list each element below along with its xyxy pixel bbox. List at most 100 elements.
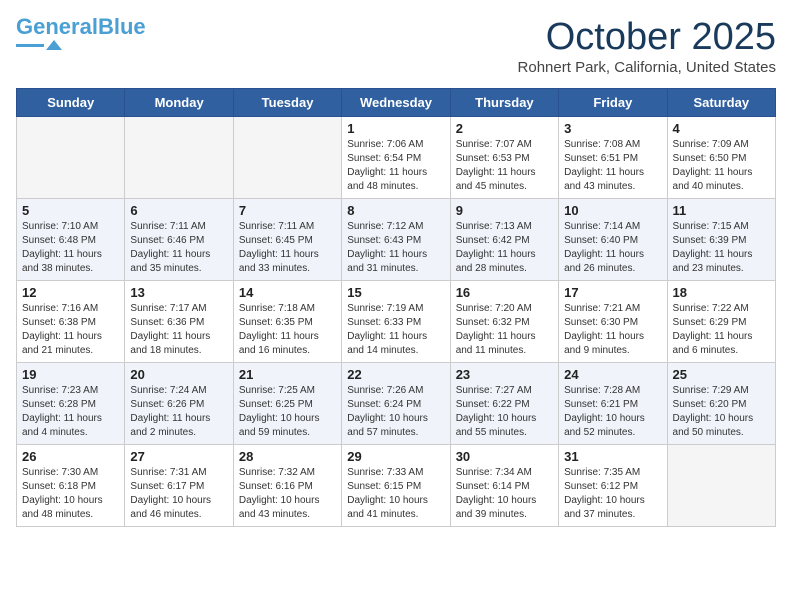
calendar-cell: 7Sunrise: 7:11 AMSunset: 6:45 PMDaylight…: [233, 199, 341, 281]
calendar-cell: 20 Sunrise: 7:24 AMSunset: 6:26 PMDayligh…: [125, 363, 233, 445]
day-number: 15: [347, 285, 444, 300]
logo-blue: Blue: [98, 14, 146, 39]
calendar-cell: 5 Sunrise: 7:10 AMSunset: 6:48 PMDaylight…: [17, 199, 125, 281]
calendar-cell: 3 Sunrise: 7:08 AMSunset: 6:51 PMDaylight…: [559, 117, 667, 199]
day-number: 27: [130, 449, 227, 464]
title-block: October 2025 Rohnert Park, California, U…: [518, 16, 776, 76]
weekday-header-friday: Friday: [559, 89, 667, 117]
day-number: 24: [564, 367, 661, 382]
day-number: 12: [22, 285, 119, 300]
day-info: Sunrise: 7:27 AMSunset: 6:22 PMDaylight:…: [456, 384, 553, 440]
logo-icon: [46, 40, 62, 50]
day-info: Sunrise: 7:35 AMSunset: 6:12 PMDaylight:…: [564, 466, 661, 522]
calendar-cell: 14Sunrise: 7:18 AMSunset: 6:35 PMDayligh…: [233, 281, 341, 363]
calendar-cell: 29 Sunrise: 7:33 AMSunset: 6:15 PMDayligh…: [342, 445, 450, 527]
day-info: Sunrise: 7:14 AMSunset: 6:40 PMDaylight:…: [564, 220, 661, 276]
day-number: 20: [130, 367, 227, 382]
day-info: Sunrise: 7:29 AMSunset: 6:20 PMDaylight:…: [673, 384, 770, 440]
day-number: 11: [673, 203, 770, 218]
day-info: Sunrise: 7:31 AMSunset: 6:17 PMDaylight:…: [130, 466, 227, 522]
calendar-week-1: 1 Sunrise: 7:06 AMSunset: 6:54 PMDaylight…: [17, 117, 776, 199]
calendar-cell: 12 Sunrise: 7:16 AMSunset: 6:38 PMDayligh…: [17, 281, 125, 363]
logo: GeneralBlue: [16, 16, 146, 50]
day-info: Sunrise: 7:10 AMSunset: 6:48 PMDaylight:…: [22, 220, 119, 276]
calendar-cell: 24 Sunrise: 7:28 AMSunset: 6:21 PMDayligh…: [559, 363, 667, 445]
day-info: Sunrise: 7:17 AMSunset: 6:36 PMDaylight:…: [130, 302, 227, 358]
day-info: Sunrise: 7:20 AMSunset: 6:32 PMDaylight:…: [456, 302, 553, 358]
day-info: Sunrise: 7:28 AMSunset: 6:21 PMDaylight:…: [564, 384, 661, 440]
page-header: GeneralBlue October 2025 Rohnert Park, C…: [16, 16, 776, 76]
day-info: Sunrise: 7:11 AMSunset: 6:46 PMDaylight:…: [130, 220, 227, 276]
calendar-week-4: 19Sunrise: 7:23 AMSunset: 6:28 PMDayligh…: [17, 363, 776, 445]
day-number: 26: [22, 449, 119, 464]
weekday-header-thursday: Thursday: [450, 89, 558, 117]
day-number: 22: [347, 367, 444, 382]
day-info: Sunrise: 7:06 AMSunset: 6:54 PMDaylight:…: [347, 138, 444, 194]
weekday-header-monday: Monday: [125, 89, 233, 117]
day-info: Sunrise: 7:11 AMSunset: 6:45 PMDaylight:…: [239, 220, 336, 276]
day-info: Sunrise: 7:21 AMSunset: 6:30 PMDaylight:…: [564, 302, 661, 358]
calendar-week-5: 26 Sunrise: 7:30 AMSunset: 6:18 PMDayligh…: [17, 445, 776, 527]
weekday-header-tuesday: Tuesday: [233, 89, 341, 117]
day-info: Sunrise: 7:19 AMSunset: 6:33 PMDaylight:…: [347, 302, 444, 358]
day-info: Sunrise: 7:26 AMSunset: 6:24 PMDaylight:…: [347, 384, 444, 440]
calendar-cell: 21 Sunrise: 7:25 AMSunset: 6:25 PMDayligh…: [233, 363, 341, 445]
day-number: 21: [239, 367, 336, 382]
calendar-cell: [667, 445, 775, 527]
day-info: Sunrise: 7:24 AMSunset: 6:26 PMDaylight:…: [130, 384, 227, 440]
calendar-cell: 16 Sunrise: 7:20 AMSunset: 6:32 PMDayligh…: [450, 281, 558, 363]
day-number: 29: [347, 449, 444, 464]
day-info: Sunrise: 7:25 AMSunset: 6:25 PMDaylight:…: [239, 384, 336, 440]
day-number: 23: [456, 367, 553, 382]
calendar-cell: 31 Sunrise: 7:35 AMSunset: 6:12 PMDayligh…: [559, 445, 667, 527]
logo-general: General: [16, 14, 98, 39]
weekday-header-sunday: Sunday: [17, 89, 125, 117]
day-info: Sunrise: 7:33 AMSunset: 6:15 PMDaylight:…: [347, 466, 444, 522]
day-info: Sunrise: 7:22 AMSunset: 6:29 PMDaylight:…: [673, 302, 770, 358]
day-info: Sunrise: 7:09 AMSunset: 6:50 PMDaylight:…: [673, 138, 770, 194]
day-info: Sunrise: 7:34 AMSunset: 6:14 PMDaylight:…: [456, 466, 553, 522]
day-info: Sunrise: 7:30 AMSunset: 6:18 PMDaylight:…: [22, 466, 119, 522]
day-number: 5: [22, 203, 119, 218]
day-number: 16: [456, 285, 553, 300]
logo-underline: [16, 44, 44, 47]
calendar-cell: 4 Sunrise: 7:09 AMSunset: 6:50 PMDaylight…: [667, 117, 775, 199]
day-number: 3: [564, 121, 661, 136]
day-info: Sunrise: 7:08 AMSunset: 6:51 PMDaylight:…: [564, 138, 661, 194]
day-number: 8: [347, 203, 444, 218]
weekday-header-saturday: Saturday: [667, 89, 775, 117]
calendar-cell: [125, 117, 233, 199]
day-number: 17: [564, 285, 661, 300]
calendar-cell: 26 Sunrise: 7:30 AMSunset: 6:18 PMDayligh…: [17, 445, 125, 527]
calendar-cell: 22 Sunrise: 7:26 AMSunset: 6:24 PMDayligh…: [342, 363, 450, 445]
day-info: Sunrise: 7:16 AMSunset: 6:38 PMDaylight:…: [22, 302, 119, 358]
day-number: 18: [673, 285, 770, 300]
calendar-cell: 15 Sunrise: 7:19 AMSunset: 6:33 PMDayligh…: [342, 281, 450, 363]
calendar-cell: 30Sunrise: 7:34 AMSunset: 6:14 PMDayligh…: [450, 445, 558, 527]
day-info: Sunrise: 7:15 AMSunset: 6:39 PMDaylight:…: [673, 220, 770, 276]
day-info: Sunrise: 7:13 AMSunset: 6:42 PMDaylight:…: [456, 220, 553, 276]
day-info: Sunrise: 7:12 AMSunset: 6:43 PMDaylight:…: [347, 220, 444, 276]
calendar-week-2: 5 Sunrise: 7:10 AMSunset: 6:48 PMDaylight…: [17, 199, 776, 281]
calendar-cell: 17 Sunrise: 7:21 AMSunset: 6:30 PMDayligh…: [559, 281, 667, 363]
calendar-cell: 19Sunrise: 7:23 AMSunset: 6:28 PMDayligh…: [17, 363, 125, 445]
day-number: 6: [130, 203, 227, 218]
calendar-cell: 18 Sunrise: 7:22 AMSunset: 6:29 PMDayligh…: [667, 281, 775, 363]
calendar-cell: 6 Sunrise: 7:11 AMSunset: 6:46 PMDaylight…: [125, 199, 233, 281]
location: Rohnert Park, California, United States: [518, 59, 776, 76]
calendar-table: SundayMondayTuesdayWednesdayThursdayFrid…: [16, 88, 776, 527]
calendar-cell: 9Sunrise: 7:13 AMSunset: 6:42 PMDaylight…: [450, 199, 558, 281]
calendar-cell: 23 Sunrise: 7:27 AMSunset: 6:22 PMDayligh…: [450, 363, 558, 445]
calendar-cell: 10 Sunrise: 7:14 AMSunset: 6:40 PMDayligh…: [559, 199, 667, 281]
day-number: 1: [347, 121, 444, 136]
weekday-header-wednesday: Wednesday: [342, 89, 450, 117]
calendar-cell: 27 Sunrise: 7:31 AMSunset: 6:17 PMDayligh…: [125, 445, 233, 527]
day-number: 10: [564, 203, 661, 218]
day-number: 14: [239, 285, 336, 300]
calendar-week-3: 12 Sunrise: 7:16 AMSunset: 6:38 PMDayligh…: [17, 281, 776, 363]
day-number: 31: [564, 449, 661, 464]
day-number: 4: [673, 121, 770, 136]
calendar-cell: 2Sunrise: 7:07 AMSunset: 6:53 PMDaylight…: [450, 117, 558, 199]
calendar-cell: [17, 117, 125, 199]
calendar-cell: 28Sunrise: 7:32 AMSunset: 6:16 PMDayligh…: [233, 445, 341, 527]
